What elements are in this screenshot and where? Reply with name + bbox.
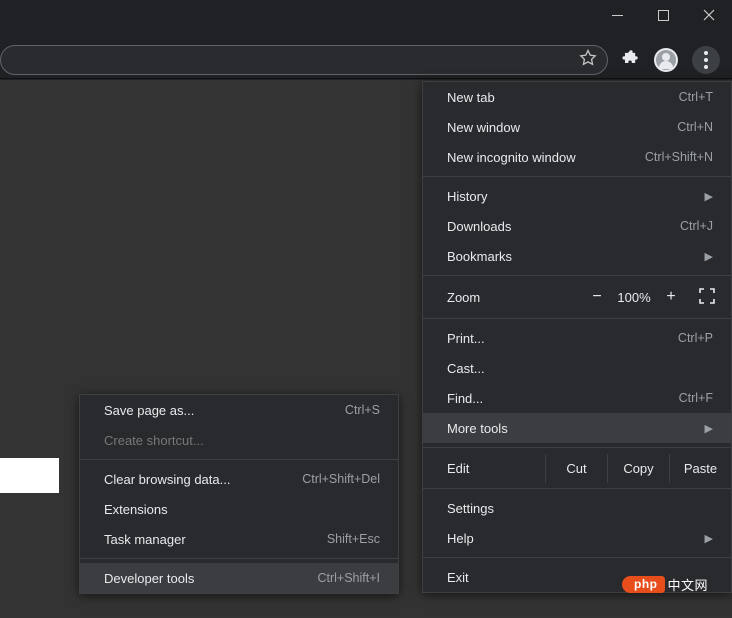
menu-item-cast[interactable]: Cast...	[423, 353, 731, 383]
menu-item-shortcut: Ctrl+P	[678, 331, 713, 345]
main-menu-button[interactable]	[692, 46, 720, 74]
toolbar-separator	[0, 78, 732, 79]
edit-row: Edit Cut Copy Paste	[423, 452, 731, 484]
menu-divider	[80, 459, 398, 460]
menu-divider	[423, 488, 731, 489]
menu-item-label: New incognito window	[447, 150, 576, 165]
watermark: php 中文网	[622, 575, 708, 594]
close-icon	[703, 9, 715, 21]
menu-item-bookmarks[interactable]: Bookmarks ▶	[423, 241, 731, 271]
menu-item-label: Find...	[447, 391, 483, 406]
menu-item-label: New tab	[447, 90, 495, 105]
zoom-value: 100%	[609, 290, 659, 305]
menu-divider	[423, 557, 731, 558]
menu-item-label: Help	[447, 531, 474, 546]
minimize-button[interactable]	[594, 0, 640, 30]
menu-item-downloads[interactable]: Downloads Ctrl+J	[423, 211, 731, 241]
page-white-patch	[0, 458, 59, 493]
zoom-label: Zoom	[447, 290, 585, 305]
menu-item-extensions[interactable]: Extensions	[80, 494, 398, 524]
menu-divider	[423, 275, 731, 276]
menu-item-more-tools[interactable]: More tools ▶	[423, 413, 731, 443]
menu-item-settings[interactable]: Settings	[423, 493, 731, 523]
extensions-icon[interactable]	[622, 49, 640, 72]
menu-item-label: Settings	[447, 501, 494, 516]
fullscreen-icon	[699, 288, 715, 304]
menu-item-shortcut: Ctrl+N	[677, 120, 713, 134]
menu-item-shortcut: Ctrl+Shift+N	[645, 150, 713, 164]
cut-button[interactable]: Cut	[545, 454, 607, 483]
zoom-in-button[interactable]: +	[659, 288, 683, 306]
menu-item-history[interactable]: History ▶	[423, 181, 731, 211]
menu-item-shortcut: Ctrl+Shift+I	[317, 571, 380, 585]
menu-divider	[423, 318, 731, 319]
address-bar[interactable]	[0, 45, 608, 75]
menu-item-shortcut: Ctrl+Shift+Del	[302, 472, 380, 486]
chevron-right-icon: ▶	[705, 532, 713, 545]
menu-item-label: Developer tools	[104, 571, 194, 586]
menu-item-label: Downloads	[447, 219, 511, 234]
zoom-row: Zoom − 100% +	[423, 280, 731, 314]
menu-item-shortcut: Ctrl+S	[345, 403, 380, 417]
fullscreen-button[interactable]	[699, 288, 715, 307]
paste-button[interactable]: Paste	[669, 454, 731, 483]
menu-item-label: Save page as...	[104, 403, 194, 418]
menu-item-help[interactable]: Help ▶	[423, 523, 731, 553]
menu-item-developer-tools[interactable]: Developer tools Ctrl+Shift+I	[80, 563, 398, 593]
menu-item-label: Create shortcut...	[104, 433, 204, 448]
menu-divider	[80, 558, 398, 559]
menu-item-print[interactable]: Print... Ctrl+P	[423, 323, 731, 353]
edit-label: Edit	[447, 461, 545, 476]
menu-divider	[423, 176, 731, 177]
menu-item-label: Clear browsing data...	[104, 472, 230, 487]
menu-item-shortcut: Ctrl+F	[679, 391, 713, 405]
toolbar	[0, 44, 732, 76]
bookmark-star-icon[interactable]	[579, 49, 597, 72]
watermark-pill: php	[622, 576, 666, 593]
menu-divider	[423, 447, 731, 448]
menu-item-shortcut: Ctrl+T	[679, 90, 713, 104]
menu-item-label: Task manager	[104, 532, 186, 547]
more-tools-submenu: Save page as... Ctrl+S Create shortcut... C…	[79, 394, 399, 594]
chevron-right-icon: ▶	[705, 422, 713, 435]
menu-item-new-tab[interactable]: New tab Ctrl+T	[423, 82, 731, 112]
zoom-out-button[interactable]: −	[585, 288, 609, 306]
menu-item-create-shortcut: Create shortcut...	[80, 425, 398, 455]
menu-item-label: Bookmarks	[447, 249, 512, 264]
menu-item-label: More tools	[447, 421, 508, 436]
watermark-text: 中文网	[667, 575, 708, 594]
menu-item-task-manager[interactable]: Task manager Shift+Esc	[80, 524, 398, 554]
menu-item-label: Exit	[447, 570, 469, 585]
menu-item-label: Cast...	[447, 361, 485, 376]
menu-item-shortcut: Ctrl+J	[680, 219, 713, 233]
close-button[interactable]	[686, 0, 732, 30]
menu-item-clear-browsing-data[interactable]: Clear browsing data... Ctrl+Shift+Del	[80, 464, 398, 494]
menu-item-label: New window	[447, 120, 520, 135]
profile-avatar[interactable]	[654, 48, 678, 72]
menu-item-label: Print...	[447, 331, 485, 346]
maximize-icon	[658, 10, 669, 21]
copy-button[interactable]: Copy	[607, 454, 669, 483]
chevron-right-icon: ▶	[705, 250, 713, 263]
menu-item-find[interactable]: Find... Ctrl+F	[423, 383, 731, 413]
maximize-button[interactable]	[640, 0, 686, 30]
window-controls	[594, 0, 732, 30]
main-menu: New tab Ctrl+T New window Ctrl+N New incogni…	[422, 81, 732, 593]
menu-item-new-window[interactable]: New window Ctrl+N	[423, 112, 731, 142]
chevron-right-icon: ▶	[705, 190, 713, 203]
menu-item-label: Extensions	[104, 502, 168, 517]
menu-item-label: History	[447, 189, 487, 204]
minimize-icon	[612, 10, 623, 21]
menu-item-new-incognito-window[interactable]: New incognito window Ctrl+Shift+N	[423, 142, 731, 172]
menu-item-shortcut: Shift+Esc	[327, 532, 380, 546]
menu-item-save-page-as[interactable]: Save page as... Ctrl+S	[80, 395, 398, 425]
